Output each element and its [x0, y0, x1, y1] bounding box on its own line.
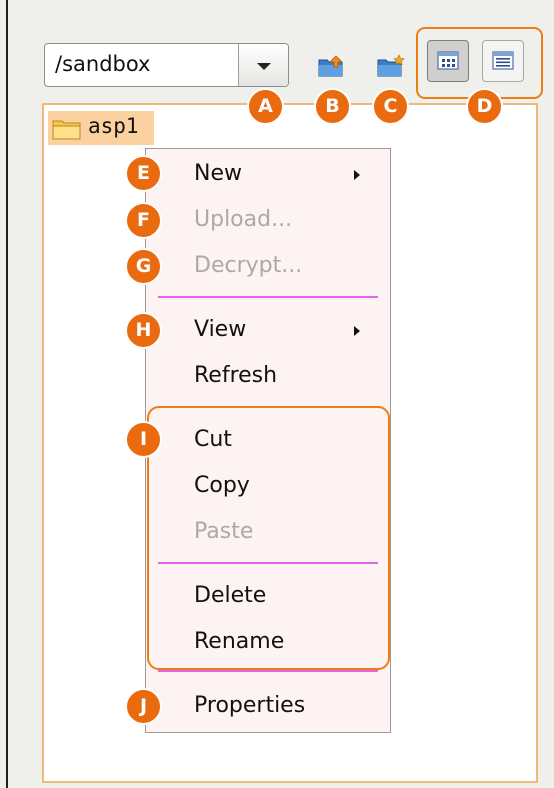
callout-badge-i: I [125, 421, 162, 458]
menu-item-upload[interactable]: Upload... [194, 201, 384, 239]
chevron-down-icon [257, 63, 271, 70]
clipboard-group-highlight [147, 406, 390, 670]
folder-icon [52, 117, 82, 145]
menu-item-refresh[interactable]: Refresh [194, 357, 384, 395]
path-value: /sandbox [55, 52, 151, 76]
tree-item-label: asp1 [88, 114, 139, 138]
icon-grid-view-icon [437, 50, 459, 76]
folder-upload-icon[interactable] [318, 54, 346, 78]
callout-badge-g: G [125, 248, 162, 285]
list-view-button[interactable] [482, 40, 524, 82]
menu-item-properties[interactable]: Properties [194, 687, 384, 725]
menu-item-decrypt[interactable]: Decrypt... [194, 247, 384, 285]
callout-badge-a: A [247, 88, 284, 125]
callout-badge-d: D [466, 88, 503, 125]
window-left-edge [6, 0, 8, 788]
menu-separator [158, 296, 378, 298]
folder-new-icon[interactable] [377, 54, 405, 78]
list-view-icon [492, 50, 514, 76]
submenu-arrow-icon [354, 170, 360, 180]
submenu-arrow-icon [354, 326, 360, 336]
path-dropdown-button[interactable] [238, 44, 288, 86]
menu-separator [158, 670, 378, 672]
path-combobox[interactable]: /sandbox [44, 43, 289, 87]
callout-badge-b: B [314, 88, 351, 125]
callout-badge-f: F [125, 202, 162, 239]
callout-badge-e: E [125, 155, 162, 192]
callout-badge-h: H [125, 312, 162, 349]
callout-badge-j: J [125, 688, 162, 725]
callout-badge-c: C [372, 88, 409, 125]
tree-item-asp1[interactable]: asp1 [48, 111, 154, 145]
icon-view-button[interactable] [427, 40, 469, 82]
